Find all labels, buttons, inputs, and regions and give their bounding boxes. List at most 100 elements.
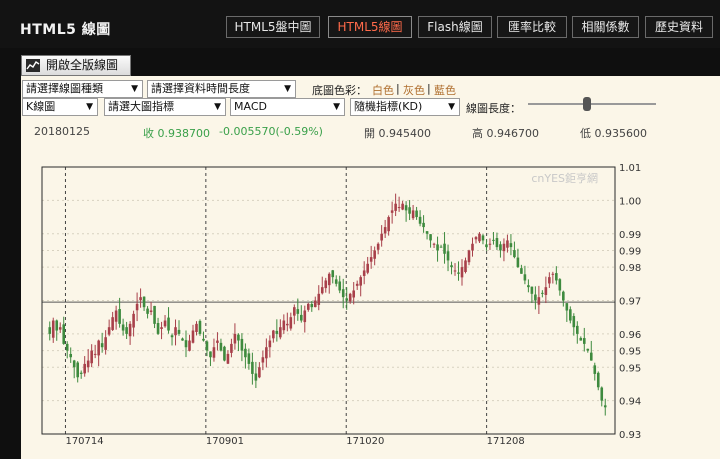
candle-body (128, 323, 132, 337)
candle-body (55, 320, 59, 331)
candle-body (485, 244, 488, 248)
candle-body (111, 317, 114, 330)
candle-body (90, 350, 93, 364)
candle-body (293, 307, 296, 316)
candle-body (544, 287, 548, 295)
candle-body (233, 333, 237, 344)
candle-body (383, 227, 387, 234)
y-tick-label: 1.00 (619, 196, 641, 207)
candle-body (558, 279, 562, 291)
candle-body (513, 250, 516, 258)
candle-body (338, 281, 342, 291)
candle-body (569, 309, 572, 321)
candle-body (258, 367, 261, 378)
candle-body (432, 243, 436, 245)
candle-body (69, 353, 73, 358)
candle-body (251, 361, 254, 374)
x-tick-label: 170901 (206, 436, 244, 447)
candle-body (170, 335, 174, 338)
candle-body (223, 346, 226, 361)
candle-body (348, 293, 352, 302)
candle-body (464, 260, 467, 272)
candle-body (327, 273, 331, 286)
candle-body (184, 340, 188, 348)
candle-body (404, 205, 408, 211)
candle-body (167, 317, 170, 331)
candle-body (429, 234, 432, 241)
candle-body (177, 329, 181, 334)
candle-body (499, 244, 502, 251)
candle-body (125, 327, 128, 334)
candle-body (83, 363, 86, 374)
candle-body (306, 303, 310, 310)
candle-body (282, 320, 286, 331)
candle-body (226, 353, 230, 364)
candle-body (394, 203, 397, 211)
candle-body (97, 340, 100, 356)
candle-body (593, 365, 597, 374)
candle-body (509, 243, 513, 248)
y-tick-label: 0.94 (619, 397, 641, 408)
candle-body (153, 305, 156, 324)
candle-body (261, 357, 265, 363)
candle-body (537, 297, 541, 305)
candle-body (205, 341, 209, 351)
candle-body (495, 238, 499, 248)
y-tick-label: 0.95 (619, 347, 641, 358)
candle-body (369, 257, 373, 262)
candle-body (418, 216, 422, 224)
candle-body (530, 286, 534, 294)
candle-body (352, 290, 356, 298)
candle-body (443, 243, 446, 254)
candle-body (589, 352, 593, 361)
candle-body (149, 310, 153, 312)
candle-body (237, 334, 240, 341)
candle-body (355, 283, 359, 286)
candle-body (359, 277, 362, 286)
candle-body (181, 338, 184, 341)
candle-body (478, 233, 481, 242)
candle-body (380, 233, 383, 241)
candle-body (265, 347, 268, 359)
x-tick-label: 171020 (346, 436, 384, 447)
candle-body (86, 360, 90, 368)
candle-body (188, 340, 191, 351)
candle-body (579, 337, 583, 341)
candle-body (279, 327, 282, 338)
candle-body (135, 303, 139, 311)
candle-body (446, 251, 450, 261)
candle-body (436, 244, 439, 251)
candle-body (65, 343, 69, 351)
candle-body (548, 277, 551, 284)
candle-body (527, 285, 530, 288)
candle-body (390, 210, 394, 213)
candle-body (422, 222, 425, 228)
candle-body (212, 347, 216, 358)
candle-body (373, 250, 376, 259)
candle-body (317, 293, 321, 305)
y-tick-label: 1.01 (619, 163, 641, 174)
candle-body (121, 324, 125, 331)
candle-body (341, 289, 345, 298)
candle-body (72, 360, 76, 368)
candle-body (334, 279, 338, 284)
candle-body (254, 373, 258, 381)
candle-body (58, 327, 62, 330)
candle-body (51, 320, 55, 338)
candle-body (230, 343, 233, 353)
x-tick-label: 170714 (65, 436, 103, 447)
candlestick-chart[interactable]: cnYES鉅亨網 1.01 1.00 0.99 0.99 0.98 0.97 0.96 0.9… (0, 0, 720, 459)
candle-body (310, 303, 314, 308)
candle-body (471, 243, 474, 251)
candle-body (520, 268, 523, 274)
candle-body (114, 310, 118, 322)
candle-body (474, 237, 478, 240)
candle-body (376, 243, 380, 250)
candle-body (541, 292, 544, 294)
candle-body (457, 272, 460, 274)
candle-body (397, 207, 401, 209)
candle-body (366, 263, 369, 273)
candle-body (415, 210, 418, 218)
candle-body (502, 243, 506, 252)
x-tick-label: 171208 (487, 436, 525, 447)
